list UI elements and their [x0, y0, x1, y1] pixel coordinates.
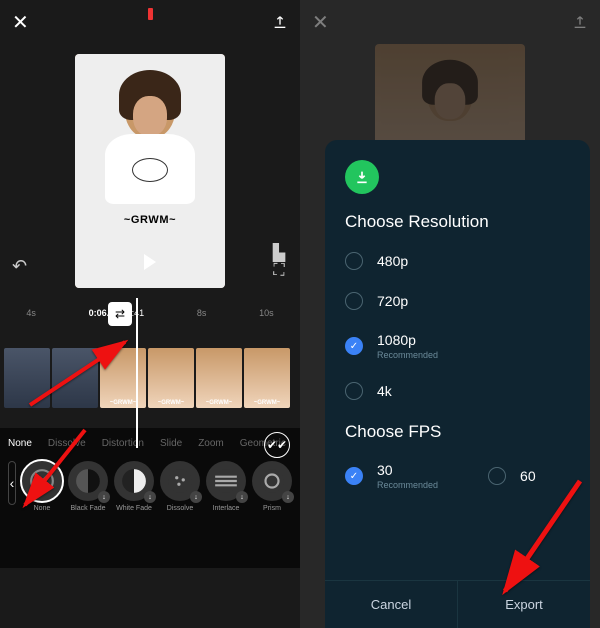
export-icon[interactable]: [572, 14, 588, 30]
apply-all-button[interactable]: ✔✔: [264, 432, 290, 458]
annotation-arrow: [20, 330, 140, 425]
topbar: ✕: [300, 0, 600, 44]
resolution-option-720p[interactable]: 720p: [345, 292, 570, 310]
timeline-ruler[interactable]: 4s 0:06.14 / 0:41 8s 10s: [0, 298, 300, 328]
close-button[interactable]: ✕: [12, 10, 29, 35]
clip[interactable]: ~GRWM~: [148, 348, 194, 408]
resolution-option-480p[interactable]: 480p: [345, 252, 570, 270]
dialog-title: Choose Resolution: [345, 212, 570, 232]
time-mark: 10s: [259, 308, 274, 318]
tab-slide[interactable]: Slide: [160, 438, 182, 449]
export-icon[interactable]: [272, 14, 288, 30]
download-icon: [345, 160, 379, 194]
resolution-option-1080p[interactable]: 1080pRecommended: [345, 332, 570, 360]
export-screen: ✕ Choose Resolution 480p 720p 1080pRecom…: [300, 0, 600, 628]
resolution-option-4k[interactable]: 4k: [345, 382, 570, 400]
topbar: ✕: [0, 0, 300, 44]
clip[interactable]: ~GRWM~: [196, 348, 242, 408]
cancel-button[interactable]: Cancel: [325, 581, 458, 628]
time-mark: 8s: [197, 308, 207, 318]
annotation-arrow: [470, 473, 590, 608]
close-button[interactable]: ✕: [312, 10, 329, 35]
video-preview[interactable]: ~GRWM~: [75, 54, 225, 288]
overlay-text: ~GRWM~: [124, 214, 176, 226]
recording-indicator: [148, 8, 153, 20]
preview-area: ~GRWM~ ↶ ▙ ⛶: [0, 44, 300, 298]
tab-zoom[interactable]: Zoom: [198, 438, 224, 449]
effect-white-fade[interactable]: ↓White Fade: [114, 461, 154, 512]
play-icon[interactable]: [144, 254, 156, 270]
clip[interactable]: ~GRWM~: [244, 348, 290, 408]
annotation-arrow: [0, 420, 100, 525]
layers-icon[interactable]: ▙: [270, 244, 288, 262]
fullscreen-icon[interactable]: ⛶: [270, 262, 288, 280]
undo-button[interactable]: ↶: [12, 256, 27, 277]
editor-screen: ✕ ~GRWM~ ↶ ▙ ⛶ 4s 0:06.14 / 0:41 8s 10s …: [0, 0, 300, 628]
effect-dissolve[interactable]: ↓Dissolve: [160, 461, 200, 512]
effect-interlace[interactable]: ↓Interlace: [206, 461, 246, 512]
effect-prism[interactable]: ↓Prism: [252, 461, 292, 512]
time-mark: 4s: [26, 308, 36, 318]
fps-title: Choose FPS: [345, 422, 570, 442]
fps-option-30[interactable]: 30Recommended: [345, 462, 438, 490]
